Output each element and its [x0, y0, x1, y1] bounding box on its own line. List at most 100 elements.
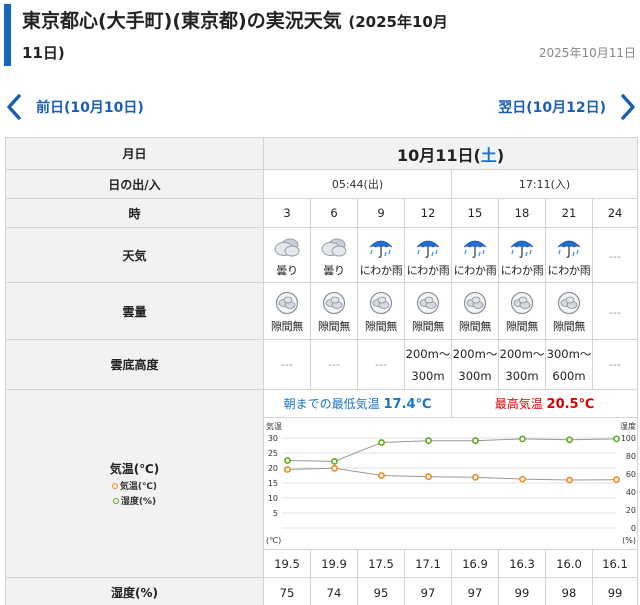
data-point: [519, 475, 526, 483]
cloudy-icon: [321, 238, 347, 256]
legend-humidity: 湿度(%): [6, 494, 263, 507]
chart-cell: 気温 30 25 20 15 10 5 (℃) 湿度 100 80 60 40 20 0 (%): [262, 417, 639, 550]
temp-cell: 16.9: [451, 549, 499, 578]
sun-row: 日の出/入 05:44(出) 17:11(入): [5, 169, 639, 199]
ceiling-to: 600m: [552, 368, 586, 383]
cloud-label: 隙間無: [411, 319, 445, 333]
prev-day-label: 前日(10月10日): [36, 100, 144, 116]
humidity-cell: 97: [404, 577, 452, 605]
data-point: [566, 436, 573, 444]
data-point: [284, 457, 291, 464]
cloud-label: 隙間無: [270, 319, 304, 333]
green-dot-icon: [112, 497, 119, 504]
cloud-cell: 隙間無: [498, 282, 546, 340]
hour-cell: 9: [357, 198, 405, 228]
cloud-cell: 隙間無: [310, 282, 358, 340]
row-header-weather: 天気: [5, 227, 264, 283]
right-tick-label: 60: [626, 470, 636, 479]
humidity-cell: 98: [545, 577, 593, 605]
next-day-link[interactable]: 翌日(10月12日): [498, 88, 636, 126]
weather-cell: 曇り: [310, 227, 358, 283]
weather-cell: にわか雨: [404, 227, 452, 283]
overcast-icon: [275, 291, 299, 314]
cloud-cell: 隙間無: [451, 282, 499, 340]
ceiling-cell: ---: [591, 339, 639, 390]
overcast-icon: [557, 291, 581, 314]
day-navigation: 前日(10月10日) 翌日(10月12日): [0, 88, 640, 126]
ceiling-cell: 200m～ 300m: [451, 339, 499, 390]
left-tick-label: 25: [268, 449, 278, 458]
humidity-cell: 74: [310, 577, 358, 605]
temp-cell: 17.1: [404, 549, 452, 578]
weather-label: にわか雨: [453, 263, 497, 277]
ceiling-cell: ---: [263, 339, 311, 390]
hour-cell: 6: [310, 198, 358, 228]
date-close: ): [496, 145, 505, 165]
weather-row: 天気 曇り 曇り にわか雨 にわか雨 にわか雨 にわか雨 にわか雨 ---: [5, 227, 639, 283]
right-tick-label: 100: [621, 434, 636, 443]
legend-temp-label: 気温(℃): [119, 482, 158, 492]
hour-cell: 18: [498, 198, 546, 228]
title-date-part: 11日): [22, 44, 65, 62]
legend-humidity-label: 湿度(%): [120, 497, 157, 507]
prev-day-link[interactable]: 前日(10月10日): [6, 88, 144, 126]
min-temp-value: 17.4℃: [383, 397, 432, 412]
ceiling-to: 300m: [458, 368, 492, 383]
humidity-cell: 75: [263, 577, 311, 605]
overcast-icon: [322, 291, 346, 314]
data-point: [519, 435, 526, 443]
cloud-cell: 隙間無: [404, 282, 452, 340]
cloud-label: ---: [609, 306, 621, 319]
left-tick-label: 10: [268, 494, 278, 503]
max-temp-label: 最高気温: [494, 397, 543, 411]
temp-label: 気温(℃): [109, 462, 160, 476]
row-header-date: 月日: [5, 137, 264, 170]
data-point: [425, 437, 432, 445]
min-temp-cell: 朝までの最低気温 17.4℃: [263, 389, 452, 418]
temp-cell: 16.0: [545, 549, 593, 578]
data-point: [472, 437, 479, 445]
ceiling-row: 雲底高度 --- --- --- 200m～ 300m 200m～ 300m 200m～ 300…: [5, 339, 639, 390]
weather-cell: にわか雨: [498, 227, 546, 283]
overcast-icon: [510, 291, 534, 314]
overcast-icon: [463, 291, 487, 314]
weather-cell: にわか雨: [545, 227, 593, 283]
weather-label: 曇り: [323, 263, 345, 277]
sunset-time: 17:11(入): [450, 169, 639, 199]
date-cell: 10月11日(土): [262, 137, 639, 170]
weather-cell: にわか雨: [357, 227, 405, 283]
cloud-row: 雲量 隙間無 隙間無 隙間無 隙間無 隙間無 隙間無 隙間無 ---: [5, 282, 639, 340]
temp-cell: 17.5: [357, 549, 405, 578]
date-text: 10月11日(: [396, 145, 481, 165]
legend-temp: 気温(℃): [6, 479, 263, 492]
title-date-part: (2025年10月: [348, 13, 448, 31]
date-row: 月日 10月11日(土): [5, 137, 639, 170]
overcast-icon: [416, 291, 440, 314]
ceiling-cell: ---: [310, 339, 358, 390]
ceiling-cell: 200m～ 300m: [404, 339, 452, 390]
humidity-row: 湿度(%) 75 74 95 97 97 99 98 99: [5, 577, 639, 605]
next-day-label: 翌日(10月12日): [498, 100, 606, 116]
overcast-icon: [369, 291, 393, 314]
page-title: 東京都心(大手町)(東京都)の実況天気 (2025年10月 11日): [22, 6, 532, 68]
weather-label: にわか雨: [359, 263, 403, 277]
chevron-right-icon: [621, 94, 635, 120]
row-header-ceiling: 雲底高度: [5, 339, 264, 390]
row-header-humidity: 湿度(%): [5, 577, 264, 605]
humidity-cell: 97: [451, 577, 499, 605]
min-temp-label: 朝までの最低気温: [283, 397, 380, 411]
temp-humidity-chart: 気温 30 25 20 15 10 5 (℃) 湿度 100 80 60 40 20 0 (%): [266, 421, 636, 545]
max-temp-value: 20.5℃: [546, 397, 595, 412]
umbrella-rain-icon: [463, 240, 487, 258]
cloud-cell: ---: [591, 282, 639, 340]
cloud-label: 隙間無: [364, 319, 398, 333]
left-tick-label: 15: [268, 479, 278, 488]
data-point: [378, 439, 385, 446]
right-tick-label: 0: [631, 524, 636, 533]
temp-cell: 16.1: [591, 549, 639, 578]
chevron-left-icon: [7, 94, 21, 120]
data-point: [613, 435, 620, 443]
left-axis-unit: (℃): [266, 536, 281, 545]
left-axis-title: 気温: [266, 421, 282, 431]
humidity-cell: 99: [498, 577, 546, 605]
